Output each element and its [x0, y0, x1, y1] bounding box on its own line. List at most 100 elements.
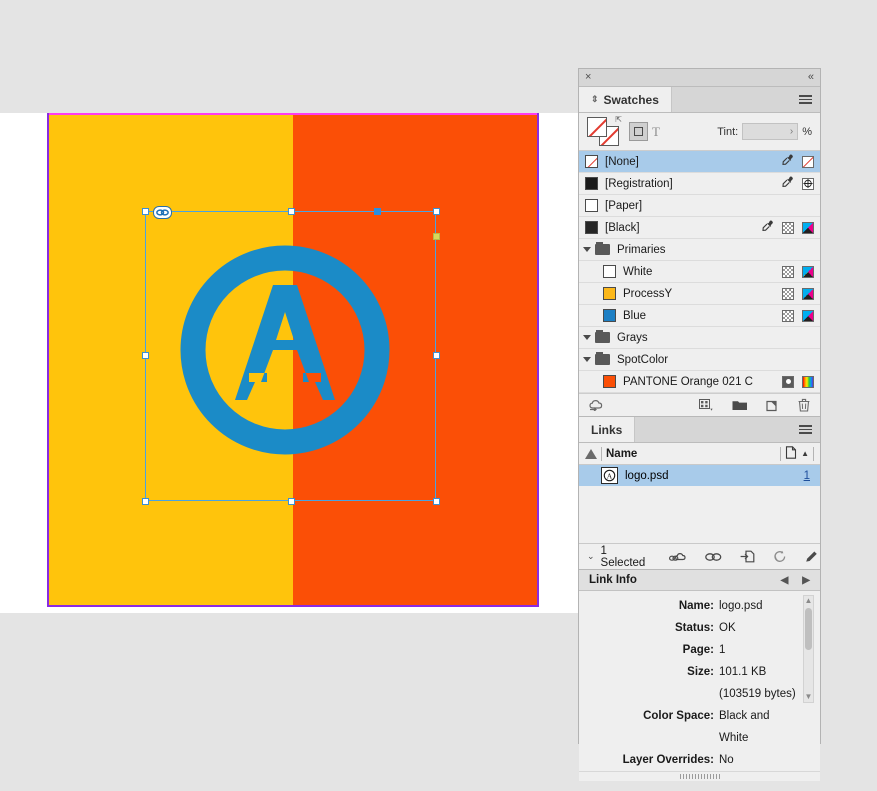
panel-dock: × « ⇕ Swatches ⇱ T Ti — [578, 68, 821, 744]
link-info-key: Status: — [579, 617, 714, 639]
selection-handle-tm[interactable] — [288, 208, 295, 215]
scrollbar-thumb[interactable] — [805, 608, 812, 650]
links-panel-menu-icon[interactable] — [791, 417, 820, 442]
new-swatch-icon[interactable] — [766, 399, 780, 412]
link-info-value: Black and White — [719, 705, 796, 749]
collapse-panel-icon[interactable]: « — [808, 72, 814, 83]
new-folder-icon[interactable] — [732, 399, 748, 411]
link-info-horizontal-scrollbar[interactable] — [579, 771, 820, 781]
svg-text:A: A — [607, 472, 613, 481]
eyedropper — [762, 220, 774, 235]
selection-handle-bm[interactable] — [288, 498, 295, 505]
tint-percent-label: % — [802, 126, 812, 138]
goto-link-icon[interactable] — [740, 550, 755, 563]
selection-handle-ml[interactable] — [142, 352, 149, 359]
swatch-color-chip — [585, 177, 598, 190]
link-thumbnail-icon: A — [601, 467, 618, 484]
swatches-panel-menu-icon[interactable] — [791, 87, 820, 112]
relink-from-cc-icon[interactable] — [669, 551, 687, 563]
swatch-name: [None] — [605, 156, 782, 168]
disclosure-triangle-icon[interactable] — [583, 247, 591, 252]
disclosure-triangle-icon[interactable] — [583, 357, 591, 362]
color-group-folder-icon — [595, 354, 610, 365]
link-info-row: Size:101.1 KB (103519 bytes) — [579, 661, 820, 705]
warning-column-icon[interactable] — [585, 449, 597, 459]
checker-icon — [782, 266, 794, 278]
links-column-name[interactable]: Name — [606, 448, 637, 460]
relink-icon[interactable] — [705, 552, 722, 562]
next-link-icon[interactable]: ▶ — [802, 575, 810, 586]
swatch-row[interactable]: SpotColor — [579, 349, 820, 371]
tab-links[interactable]: Links — [579, 417, 635, 442]
swatches-list[interactable]: [None] [Registration][Paper][Black] Primar… — [579, 151, 820, 393]
scroll-down-icon[interactable]: ▼ — [805, 692, 813, 702]
swatch-name: Primaries — [617, 244, 814, 256]
swatch-row[interactable]: [Black] — [579, 217, 820, 239]
selection-handle-tl[interactable] — [142, 208, 149, 215]
swatches-toolbar — [579, 393, 820, 417]
formatting-affects-container-icon[interactable] — [629, 122, 648, 141]
link-info-value: logo.psd — [719, 595, 762, 617]
link-info-key: Color Space: — [579, 705, 714, 749]
new-color-group-icon[interactable] — [699, 399, 714, 412]
selection-handle-corner-radius[interactable] — [433, 233, 440, 240]
link-info-scrollbar[interactable]: ▲ ▼ — [803, 595, 814, 703]
link-info-title: Link Info — [589, 574, 637, 586]
bleed-guide-right — [537, 113, 539, 607]
selection-handle-bl[interactable] — [142, 498, 149, 505]
scroll-up-icon[interactable]: ▲ — [805, 596, 813, 606]
links-list[interactable]: A logo.psd 1 — [579, 465, 820, 543]
swatch-row-icons — [782, 154, 814, 169]
swatch-color-chip — [603, 309, 616, 322]
swatch-row[interactable]: [Paper] — [579, 195, 820, 217]
sort-ascending-icon[interactable]: ▲ — [801, 449, 809, 458]
close-icon[interactable]: × — [585, 72, 591, 83]
swatch-row[interactable]: White — [579, 261, 820, 283]
swatch-row[interactable]: [None] — [579, 151, 820, 173]
link-page-number[interactable]: 1 — [804, 470, 810, 482]
swatch-row[interactable]: Primaries — [579, 239, 820, 261]
margin-guide-top — [48, 113, 538, 115]
selection-frame[interactable] — [145, 211, 436, 501]
prev-link-icon[interactable]: ◀ — [781, 575, 789, 586]
bleed-guide-left — [47, 113, 49, 607]
tint-stepper-icon[interactable]: › — [790, 126, 793, 137]
formatting-affects-text-icon[interactable]: T — [652, 124, 660, 140]
update-link-icon[interactable] — [773, 550, 787, 563]
chevron-down-icon[interactable]: ⌄ — [587, 551, 595, 562]
link-filename: logo.psd — [625, 470, 804, 482]
hscrollbar-grip[interactable] — [680, 774, 720, 779]
fill-proxy-box[interactable] — [587, 117, 607, 137]
links-column-page-icon[interactable] — [785, 446, 797, 462]
link-info-row: Page:1 — [579, 639, 820, 661]
content-grabber-icon[interactable] — [153, 206, 172, 219]
swatch-name: PANTONE Orange 021 C — [623, 376, 782, 388]
swatch-row[interactable]: Grays — [579, 327, 820, 349]
selection-handle-mr[interactable] — [433, 352, 440, 359]
swatch-row[interactable]: ProcessY — [579, 283, 820, 305]
selection-handle-tr[interactable] — [433, 208, 440, 215]
link-info-value: 101.1 KB (103519 bytes) — [719, 661, 796, 705]
swatch-name: White — [623, 266, 782, 278]
swatch-row[interactable]: Blue — [579, 305, 820, 327]
swatch-row[interactable]: PANTONE Orange 021 C — [579, 371, 820, 393]
link-info-header[interactable]: Link Info ◀ ▶ — [579, 569, 820, 591]
fill-stroke-proxy[interactable]: ⇱ — [587, 117, 621, 147]
links-selection-count: 1 Selected — [601, 545, 646, 569]
add-to-library-icon[interactable] — [589, 399, 605, 411]
swap-fill-stroke-icon[interactable]: ⇱ — [615, 115, 622, 124]
delete-swatch-icon[interactable] — [798, 398, 810, 412]
link-info-row: Color Space:Black and White — [579, 705, 820, 749]
swatch-row[interactable]: [Registration] — [579, 173, 820, 195]
checker-icon — [782, 288, 794, 300]
tab-swatches[interactable]: ⇕ Swatches — [579, 87, 672, 112]
selection-handle-br[interactable] — [433, 498, 440, 505]
list-item[interactable]: A logo.psd 1 — [579, 465, 820, 486]
tint-input[interactable]: › — [742, 123, 798, 140]
edit-original-icon[interactable] — [805, 550, 819, 563]
swatch-row-icons — [782, 288, 814, 300]
disclosure-triangle-icon[interactable] — [583, 335, 591, 340]
swatch-row-icons — [782, 376, 814, 388]
selection-handle-top-extra[interactable] — [374, 208, 381, 215]
links-status-bar: ⌄ 1 Selected — [579, 543, 820, 569]
